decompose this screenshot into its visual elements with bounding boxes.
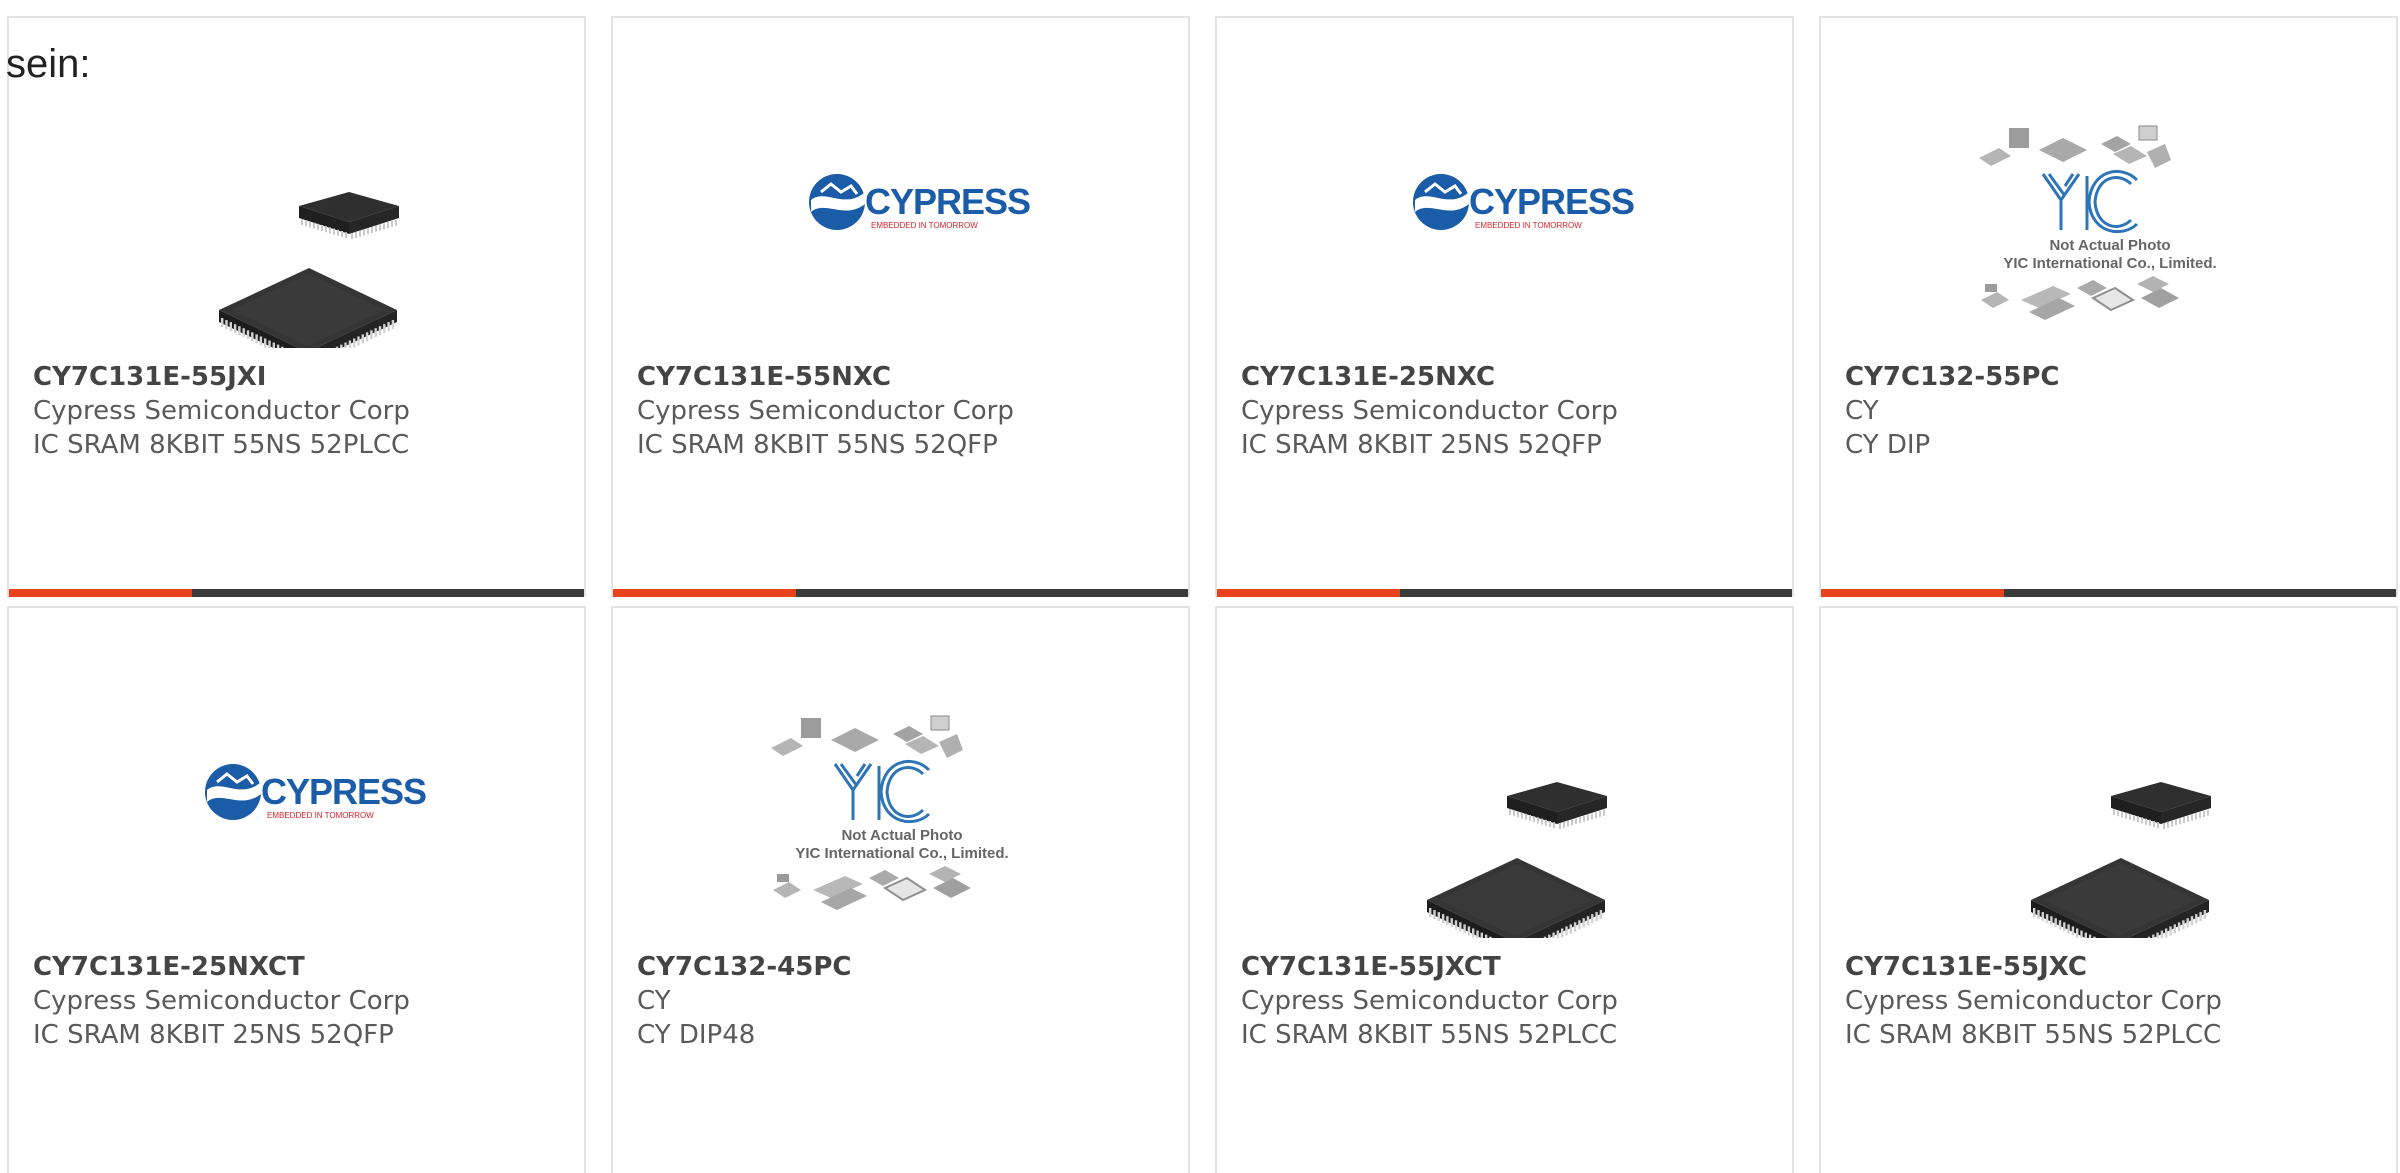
yic-mark-icon bbox=[2041, 170, 2139, 234]
part-number-link[interactable]: CY7C132-55PC bbox=[1845, 360, 2384, 394]
part-number-link[interactable]: CY7C131E-55JXI bbox=[33, 360, 572, 394]
manufacturer-name: Cypress Semiconductor Corp bbox=[1241, 396, 1618, 426]
product-card[interactable]: Not Actual Photo YIC International Co., L… bbox=[611, 606, 1190, 1173]
product-description: IC SRAM 8KBIT 55NS 52PLCC bbox=[33, 430, 410, 460]
plcc-chip-image bbox=[2031, 782, 2211, 938]
card-bottom-bar bbox=[1821, 589, 2396, 597]
product-description: IC SRAM 8KBIT 55NS 52QFP bbox=[637, 430, 998, 460]
product-description: CY DIP bbox=[1845, 430, 1931, 460]
plcc-chip-image bbox=[1427, 782, 1607, 938]
part-number-link[interactable]: CY7C131E-25NXCT bbox=[33, 950, 572, 984]
product-info: CY7C131E-25NXCT Cypress Semiconductor Cor… bbox=[33, 950, 572, 1052]
product-image[interactable]: CYPRESSEMBEDDED IN TOMORROW bbox=[9, 678, 584, 938]
product-info: CY7C131E-55JXI Cypress Semiconductor Corp… bbox=[33, 360, 572, 462]
card-accent-bar bbox=[1821, 589, 2004, 597]
product-image[interactable]: Not Actual PhotoYIC International Co., L… bbox=[613, 678, 1188, 938]
product-grid-page: sein: CY7C131E-55JXI Cypress Semiconducto… bbox=[0, 0, 2400, 1173]
manufacturer-name: Cypress Semiconductor Corp bbox=[1845, 986, 2222, 1016]
product-info: CY7C131E-55JXCT Cypress Semiconductor Cor… bbox=[1241, 950, 1780, 1052]
cypress-wordmark: CYPRESS bbox=[1469, 181, 1634, 222]
yic-placeholder-image: Not Actual PhotoYIC International Co., L… bbox=[771, 715, 1009, 910]
manufacturer-name: Cypress Semiconductor Corp bbox=[33, 396, 410, 426]
product-info: CY7C132-45PC CY CY DIP48 bbox=[637, 950, 1176, 1052]
product-card[interactable]: CY7C131E-55JXI Cypress Semiconductor Corp… bbox=[7, 16, 586, 597]
product-card[interactable]: CY7C131E-55JXC Cypress Semiconductor Corp… bbox=[1819, 606, 2398, 1173]
product-image[interactable]: CYPRESSEMBEDDED IN TOMORROW bbox=[1217, 88, 1792, 348]
cypress-logo: CYPRESSEMBEDDED IN TOMORROW bbox=[809, 174, 1031, 230]
cypress-wordmark: CYPRESS bbox=[865, 181, 1030, 222]
part-number-link[interactable]: CY7C131E-55JXC bbox=[1845, 950, 2384, 984]
product-description: CY DIP48 bbox=[637, 1020, 756, 1050]
product-image[interactable] bbox=[1217, 678, 1792, 938]
card-bottom-bar bbox=[613, 589, 1188, 597]
intro-text: sein: bbox=[6, 42, 91, 86]
yic-mark-icon bbox=[833, 760, 931, 824]
product-description: IC SRAM 8KBIT 25NS 52QFP bbox=[33, 1020, 394, 1050]
yic-placeholder-image: Not Actual PhotoYIC International Co., L… bbox=[1979, 125, 2217, 320]
yic-company-text: YIC International Co., Limited. bbox=[795, 845, 1008, 862]
card-accent-bar bbox=[9, 589, 192, 597]
part-number-link[interactable]: CY7C131E-25NXC bbox=[1241, 360, 1780, 394]
product-card[interactable]: Not Actual Photo YIC International Co., L… bbox=[1819, 16, 2398, 597]
not-actual-photo-text: Not Actual Photo bbox=[841, 827, 962, 844]
product-description: IC SRAM 8KBIT 25NS 52QFP bbox=[1241, 430, 1602, 460]
cypress-logo: CYPRESSEMBEDDED IN TOMORROW bbox=[1413, 174, 1635, 230]
product-image[interactable] bbox=[1821, 678, 2396, 938]
manufacturer-name: Cypress Semiconductor Corp bbox=[1241, 986, 1618, 1016]
manufacturer-name: Cypress Semiconductor Corp bbox=[637, 396, 1014, 426]
part-number-link[interactable]: CY7C132-45PC bbox=[637, 950, 1176, 984]
yic-company-text: YIC International Co., Limited. bbox=[2003, 255, 2216, 272]
product-card[interactable]: CY7C131E-55JXCT Cypress Semiconductor Cor… bbox=[1215, 606, 1794, 1173]
not-actual-photo-text: Not Actual Photo bbox=[2049, 237, 2170, 254]
cypress-wordmark: CYPRESS bbox=[261, 771, 426, 812]
card-bottom-bar bbox=[9, 589, 584, 597]
product-info: CY7C131E-55JXC Cypress Semiconductor Corp… bbox=[1845, 950, 2384, 1052]
manufacturer-name: CY bbox=[1845, 396, 1879, 426]
product-card[interactable]: CYPRESS EMBEDDED IN TOMORROW CY7C131E-25NX… bbox=[1215, 16, 1794, 597]
manufacturer-name: Cypress Semiconductor Corp bbox=[33, 986, 410, 1016]
part-number-link[interactable]: CY7C131E-55NXC bbox=[637, 360, 1176, 394]
product-description: IC SRAM 8KBIT 55NS 52PLCC bbox=[1241, 1020, 1618, 1050]
product-card[interactable]: CYPRESS EMBEDDED IN TOMORROW CY7C131E-25NX… bbox=[7, 606, 586, 1173]
part-number-link[interactable]: CY7C131E-55JXCT bbox=[1241, 950, 1780, 984]
cypress-tagline: EMBEDDED IN TOMORROW bbox=[871, 221, 978, 230]
cypress-logo: CYPRESSEMBEDDED IN TOMORROW bbox=[205, 764, 427, 820]
card-accent-bar bbox=[1217, 589, 1400, 597]
product-image[interactable] bbox=[9, 88, 584, 348]
product-card[interactable]: CYPRESS EMBEDDED IN TOMORROW CY7C131E-55NX… bbox=[611, 16, 1190, 597]
card-accent-bar bbox=[613, 589, 796, 597]
product-info: CY7C131E-55NXC Cypress Semiconductor Corp… bbox=[637, 360, 1176, 462]
product-image[interactable]: CYPRESSEMBEDDED IN TOMORROW bbox=[613, 88, 1188, 348]
cypress-tagline: EMBEDDED IN TOMORROW bbox=[267, 811, 374, 820]
product-info: CY7C131E-25NXC Cypress Semiconductor Corp… bbox=[1241, 360, 1780, 462]
card-bottom-bar bbox=[1217, 589, 1792, 597]
plcc-chip-image bbox=[219, 192, 399, 348]
product-description: IC SRAM 8KBIT 55NS 52PLCC bbox=[1845, 1020, 2222, 1050]
manufacturer-name: CY bbox=[637, 986, 671, 1016]
product-image[interactable]: Not Actual PhotoYIC International Co., L… bbox=[1821, 88, 2396, 348]
cypress-tagline: EMBEDDED IN TOMORROW bbox=[1475, 221, 1582, 230]
product-info: CY7C132-55PC CY CY DIP bbox=[1845, 360, 2384, 462]
